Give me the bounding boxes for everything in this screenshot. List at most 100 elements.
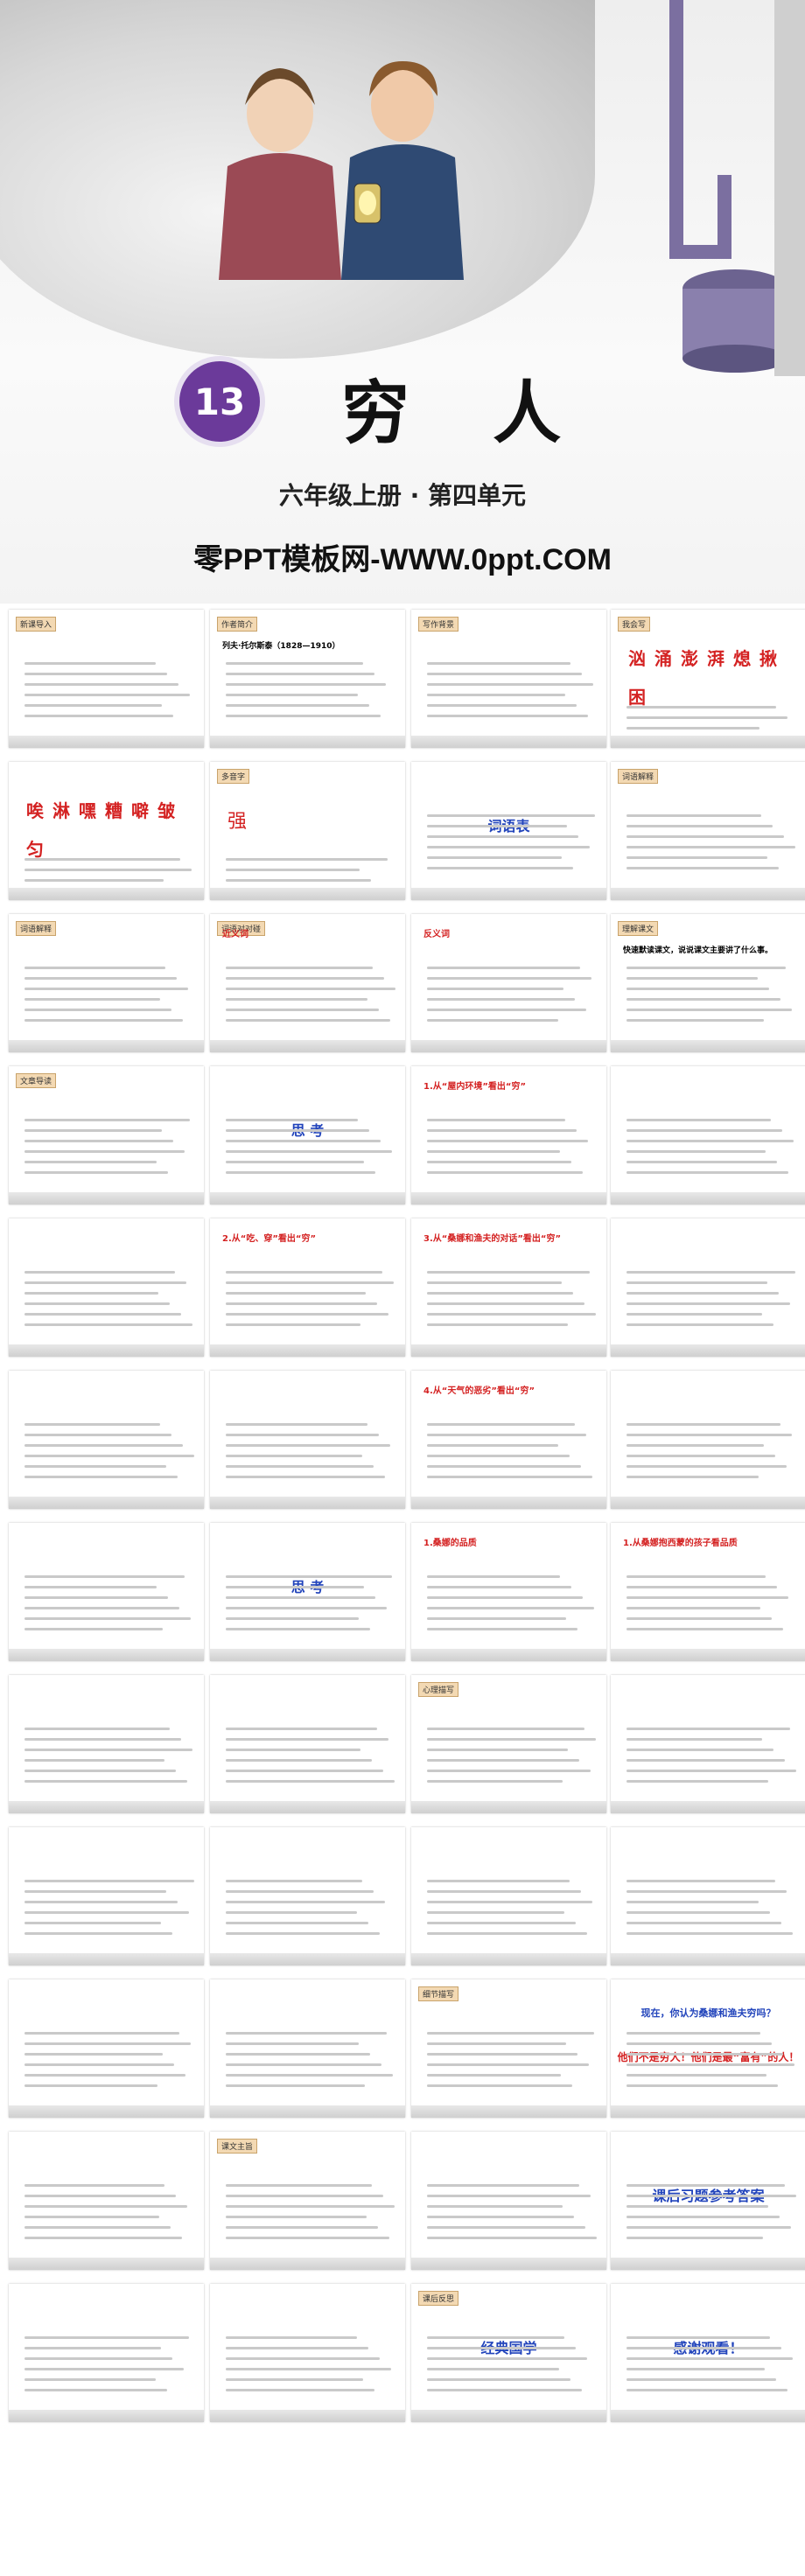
- text-placeholder-line: [626, 988, 769, 990]
- text-placeholder-line: [626, 2226, 791, 2229]
- slide-thumbnail[interactable]: [9, 1523, 204, 1661]
- slide-thumbnail[interactable]: [210, 1371, 405, 1509]
- slide-thumbnail[interactable]: 感谢观看！: [611, 2284, 805, 2422]
- slide-footer-bar: [611, 2258, 805, 2270]
- slide-thumbnail[interactable]: [611, 1066, 805, 1204]
- slide-thumbnail[interactable]: [9, 1675, 204, 1813]
- text-placeholder-line: [226, 1302, 377, 1305]
- text-placeholder-line: [427, 2347, 576, 2349]
- text-placeholder-line: [626, 1880, 775, 1882]
- slide-thumbnail[interactable]: 4.从“天气的恶劣”看出“穷”: [411, 1371, 606, 1509]
- slide-thumbnail[interactable]: 新课导入: [9, 610, 204, 748]
- text-placeholder-line: [226, 1323, 360, 1326]
- slide-thumbnail[interactable]: [411, 2132, 606, 2270]
- slide-thumbnail[interactable]: 课后习题参考答案: [611, 2132, 805, 2270]
- text-placeholder-line: [226, 2084, 365, 2087]
- slide-thumbnail[interactable]: [9, 1827, 204, 1965]
- slide-thumbnail[interactable]: 1.从“屋内环境”看出“穷”: [411, 1066, 606, 1204]
- text-placeholder-line: [226, 1313, 388, 1316]
- text-placeholder-line: [427, 2336, 564, 2339]
- text-placeholder-line: [226, 2368, 391, 2370]
- slide-thumbnail[interactable]: 唉淋嘿糟噼皱匀: [9, 762, 204, 900]
- slide-thumbnail[interactable]: 反义词: [411, 914, 606, 1052]
- text-placeholder-line: [427, 1271, 590, 1274]
- slide-thumbnail[interactable]: [9, 2284, 204, 2422]
- slide-thumbnail[interactable]: 心理描写: [411, 1675, 606, 1813]
- slide-thumbnail[interactable]: 词语表: [411, 762, 606, 900]
- slide-thumbnail[interactable]: [210, 1675, 405, 1813]
- slide-thumbnail[interactable]: 细节描写: [411, 1979, 606, 2118]
- text-placeholder-line: [226, 1628, 370, 1630]
- slide-thumbnail[interactable]: [611, 1675, 805, 1813]
- slide-thumbnail[interactable]: 思 考: [210, 1523, 405, 1661]
- slide-thumbnail[interactable]: [210, 2284, 405, 2422]
- text-placeholder-line: [427, 1607, 594, 1609]
- slide-thumbnail[interactable]: [411, 1827, 606, 1965]
- text-placeholder-line: [24, 1292, 158, 1295]
- text-placeholder-line: [24, 1728, 170, 1730]
- text-placeholder-line: [226, 967, 373, 969]
- text-placeholder-line: [226, 1281, 394, 1284]
- slide-footer-bar: [611, 1649, 805, 1661]
- slide-thumbnail[interactable]: [210, 1979, 405, 2118]
- slide-thumbnail[interactable]: 我会写 汹涌澎湃熄揪困: [611, 610, 805, 748]
- slide-thumbnail[interactable]: 2.从“吃、穿”看出“穷”: [210, 1218, 405, 1357]
- text-placeholder-line: [24, 1313, 181, 1316]
- text-placeholder-line: [226, 1434, 379, 1436]
- family-illustration: [219, 61, 464, 280]
- slide-footer-bar: [411, 888, 606, 900]
- slide-thumbnail[interactable]: 词语对对碰 近义词: [210, 914, 405, 1052]
- slide-thumbnail[interactable]: 课后反思经典国学: [411, 2284, 606, 2422]
- text-placeholder-line: [226, 1932, 380, 1935]
- slide-thumbnail[interactable]: 3.从“桑娜和渔夫的对话”看出“穷”: [411, 1218, 606, 1357]
- slide-thumbnail[interactable]: 理解课文 快速默读课文，说说课文主要讲了什么事。: [611, 914, 805, 1052]
- grade-unit-subtitle: 六年级上册 · 第四单元: [278, 481, 527, 510]
- slide-tag: 新课导入: [16, 617, 57, 632]
- text-placeholder-line: [427, 683, 593, 686]
- text-placeholder-line: [226, 988, 396, 990]
- text-placeholder-line: [226, 1171, 375, 1174]
- slide-thumbnail[interactable]: 1.桑娜的品质: [411, 1523, 606, 1661]
- slide-footer-bar: [411, 1192, 606, 1204]
- slide-thumbnail[interactable]: [611, 1371, 805, 1509]
- slide-thumbnail[interactable]: 词语解释: [611, 762, 805, 900]
- text-placeholder-line: [226, 869, 360, 871]
- slide-thumbnail[interactable]: 1.从桑娜抱西蒙的孩子看品质: [611, 1523, 805, 1661]
- slide-tag: 作者简介: [217, 617, 258, 632]
- slide-thumbnail[interactable]: 词语解释: [9, 914, 204, 1052]
- text-placeholder-line: [24, 1281, 186, 1284]
- slide-thumbnail[interactable]: [9, 2132, 204, 2270]
- text-placeholder-line: [24, 1476, 178, 1478]
- text-placeholder-line: [226, 1911, 357, 1914]
- slide-thumbnail[interactable]: [611, 1827, 805, 1965]
- text-placeholder-line: [427, 1434, 586, 1436]
- text-placeholder-line: [226, 1770, 383, 1772]
- slide-thumbnail[interactable]: [210, 1827, 405, 1965]
- slide-text: 快速默读课文，说说课文主要讲了什么事。: [623, 946, 774, 955]
- text-placeholder-line: [24, 2336, 189, 2339]
- text-placeholder-line: [427, 1759, 579, 1762]
- text-placeholder-line: [226, 1575, 392, 1578]
- slide-thumbnail[interactable]: [9, 1371, 204, 1509]
- text-placeholder-line: [226, 694, 358, 696]
- text-placeholder-line: [626, 998, 780, 1001]
- slide-thumbnail[interactable]: 多音字强: [210, 762, 405, 900]
- slide-thumbnail[interactable]: 作者简介 列夫·托尔斯泰（1828—1910）: [210, 610, 405, 748]
- stove-illustration: [669, 0, 805, 376]
- text-placeholder-line: [427, 988, 564, 990]
- slide-thumbnail[interactable]: 思 考: [210, 1066, 405, 1204]
- slide-footer-bar: [611, 2410, 805, 2422]
- slide-thumbnail[interactable]: 课文主旨: [210, 2132, 405, 2270]
- slide-thumbnail[interactable]: [9, 1979, 204, 2118]
- text-placeholder-line: [427, 2389, 582, 2391]
- slide-thumbnail[interactable]: 现在，你认为桑娜和渔夫穷吗？ 他们不是穷人！他们是最“富有”的人！: [611, 1979, 805, 2118]
- text-placeholder-line: [226, 977, 384, 980]
- text-placeholder-line: [24, 1019, 183, 1022]
- slide-thumbnail[interactable]: 写作背景: [411, 610, 606, 748]
- slide-thumbnail[interactable]: 文章导读: [9, 1066, 204, 1204]
- slide-thumbnail[interactable]: [9, 1218, 204, 1357]
- text-placeholder-line: [427, 1455, 570, 1457]
- slide-thumbnail[interactable]: [611, 1218, 805, 1357]
- text-placeholder-line: [427, 1780, 563, 1783]
- text-placeholder-line: [24, 1586, 157, 1588]
